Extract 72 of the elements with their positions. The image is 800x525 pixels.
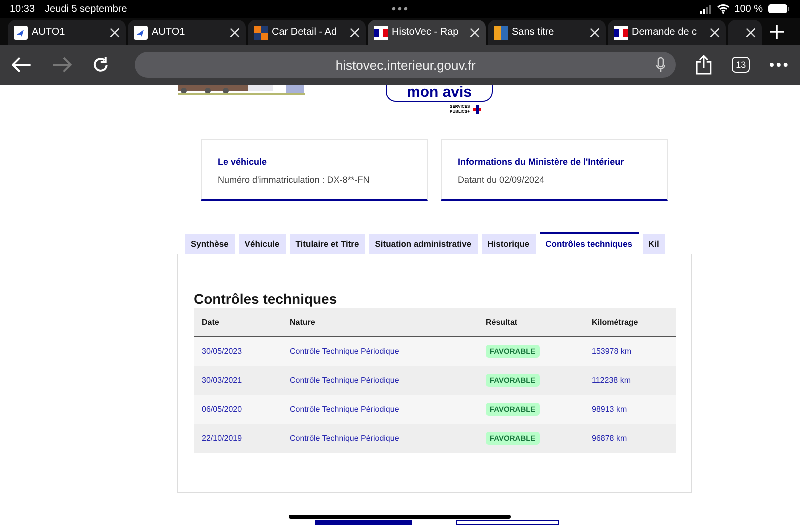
- arrow-logo-icon: [14, 26, 28, 40]
- close-icon[interactable]: [710, 28, 720, 38]
- browser-tab[interactable]: AUTO1: [128, 20, 246, 45]
- status-time: 10:33: [10, 4, 36, 14]
- share-icon[interactable]: [696, 55, 712, 75]
- tab-title: AUTO1: [152, 27, 186, 38]
- close-icon[interactable]: [590, 28, 600, 38]
- logo-icon: [473, 104, 482, 114]
- tab-title: Demande de c: [632, 27, 698, 38]
- flag-icon: [374, 26, 388, 40]
- section-title: Contrôles techniques: [194, 291, 338, 307]
- card-title: Informations du Ministère de l'Intérieur: [458, 157, 626, 167]
- column-header: Kilométrage: [592, 318, 640, 326]
- table-cell-text: 30/03/2021: [202, 376, 244, 385]
- tab-count-button[interactable]: 13: [732, 57, 750, 73]
- table-cell-text: 96878 km: [592, 434, 628, 443]
- browser-tab[interactable]: Sans titre: [488, 20, 606, 45]
- close-icon[interactable]: [470, 28, 480, 38]
- tab[interactable]: Historique: [482, 234, 536, 254]
- feedback-button[interactable]: mon avis: [386, 85, 494, 102]
- bars-logo-icon: [494, 26, 508, 40]
- close-icon[interactable]: [350, 28, 360, 38]
- browser-tab[interactable]: Car Detail - Ad: [248, 20, 366, 45]
- close-icon[interactable]: [746, 28, 756, 38]
- reload-icon[interactable]: [92, 56, 110, 74]
- tab[interactable]: Véhicule: [238, 234, 286, 254]
- card-title: Le véhicule: [218, 157, 268, 167]
- new-tab-icon[interactable]: [770, 24, 784, 38]
- browser-tab[interactable]: [728, 20, 762, 45]
- table-cell-text: 30/05/2023: [202, 347, 244, 356]
- table-cell-text: Contrôle Technique Périodique: [290, 376, 400, 385]
- close-icon[interactable]: [230, 28, 240, 38]
- browser-tab[interactable]: Demande de c: [608, 20, 726, 45]
- signal-icon: [700, 4, 712, 14]
- arrow-logo-icon: [134, 26, 148, 40]
- tab-title: Car Detail - Ad: [272, 27, 338, 38]
- column-header: Date: [202, 318, 220, 326]
- table-cell-text: 06/05/2020: [202, 405, 244, 414]
- more-icon[interactable]: [770, 63, 788, 67]
- table-cell-text: Contrôle Technique Périodique: [290, 434, 400, 443]
- address-bar[interactable]: histovec.interieur.gouv.fr: [135, 52, 676, 78]
- more-icon: [392, 7, 408, 11]
- wifi-icon: [716, 4, 730, 14]
- table-cell-text: 153978 km: [592, 347, 633, 356]
- column-header: Nature: [290, 318, 316, 326]
- secondary-button-partial[interactable]: [456, 520, 559, 525]
- battery-percent: 100 %: [734, 4, 763, 14]
- microphone-icon[interactable]: [656, 57, 666, 73]
- table-cell-text: 98913 km: [592, 405, 628, 414]
- back-icon[interactable]: [12, 57, 32, 73]
- tab[interactable]: Titulaire et Titre: [290, 234, 366, 254]
- status-date: Jeudi 5 septembre: [45, 4, 128, 14]
- table-cell-text: Contrôle Technique Périodique: [290, 347, 400, 356]
- browser-tab[interactable]: HistoVec - Rap: [368, 20, 486, 45]
- browser-tab[interactable]: AUTO1: [8, 20, 126, 45]
- close-icon[interactable]: [110, 28, 120, 38]
- squares-logo-icon: [254, 26, 268, 40]
- card-text: Numéro d'immatriculation : DX-8**-FN: [218, 175, 371, 185]
- battery-icon: [768, 4, 790, 14]
- forward-icon[interactable]: [52, 57, 72, 73]
- flag-icon: [614, 26, 628, 40]
- card-text: Datant du 02/09/2024: [458, 175, 546, 185]
- column-header: Résultat: [486, 318, 519, 326]
- tab-title: Sans titre: [512, 27, 556, 38]
- table-cell-text: Contrôle Technique Périodique: [290, 405, 400, 414]
- tab[interactable]: Situation administrative: [369, 234, 478, 254]
- table-cell-text: 112238 km: [592, 376, 632, 385]
- tab-title: HistoVec - Rap: [392, 27, 460, 38]
- tab-title: AUTO1: [32, 27, 66, 38]
- tab[interactable]: Kil: [642, 234, 666, 254]
- table-cell-text: 22/10/2019: [202, 434, 244, 443]
- tab[interactable]: Synthèse: [185, 234, 235, 254]
